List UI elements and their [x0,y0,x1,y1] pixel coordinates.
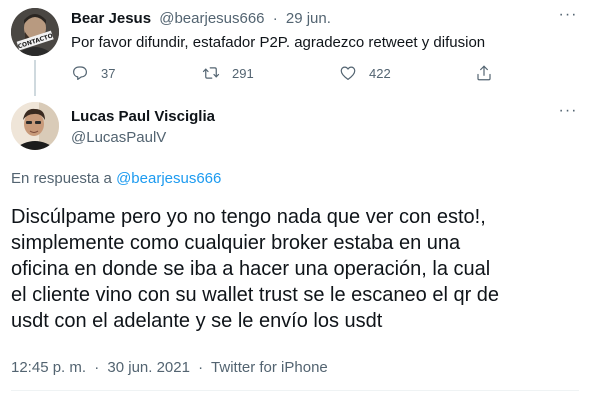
tweet-date[interactable]: 30 jun. 2021 [107,359,190,376]
avatar[interactable]: CONTACTO [11,8,59,56]
reply-icon [73,66,87,80]
main-tweet: Lucas Paul Visciglia @LucasPaulV ··· En … [0,96,590,407]
retweet-count: 291 [232,65,254,81]
avatar[interactable] [11,102,59,150]
display-name[interactable]: Bear Jesus [71,10,151,27]
user-handle[interactable]: @bearjesus666 [159,10,264,27]
tweet-body: Discúlpame pero yo no tengo nada que ver… [11,204,586,334]
tweet-body-line: el cliente vino con su wallet trust se l… [11,284,500,306]
separator-dot: · [272,10,278,27]
user-handle[interactable]: @LucasPaulV [71,129,166,147]
tweet-body-line: Discúlpame pero yo no tengo nada que ver… [11,206,486,228]
tweet-metadata: 12:45 p. m. · 30 jun. 2021 · Twitter for… [11,359,328,377]
reply-context: En respuesta a @bearjesus666 [11,170,221,188]
reply-button[interactable]: 37 [71,62,115,84]
tweet-body-line: simplemente como cualquier broker estaba… [11,232,461,254]
retweet-icon [202,67,220,79]
share-icon [477,65,491,81]
display-name[interactable]: Lucas Paul Visciglia [71,108,215,126]
avatar-image: CONTACTO [11,8,59,56]
tweet-body-line: oficina en donde se iba a hacer una oper… [11,258,491,280]
tweet-body-line: usdt con el adelante y se le envío los u… [11,310,383,332]
parent-tweet-text: Por favor difundir, estafador P2P. agrad… [71,34,486,51]
tweet-actions-bar: 37 291 422 [71,62,511,84]
like-button[interactable]: 422 [339,62,391,84]
retweet-button[interactable]: 291 [202,62,254,84]
reply-to-label: En respuesta a [11,170,112,187]
share-button[interactable] [475,62,493,84]
tweet-source[interactable]: Twitter for iPhone [211,359,328,376]
tweet-time[interactable]: 12:45 p. m. [11,359,86,376]
avatar-image [11,102,59,150]
more-options-icon[interactable]: ··· [557,103,579,126]
parent-tweet-header: Bear Jesus @bearjesus666 · 29 jun. [71,10,331,28]
like-count: 422 [369,65,391,81]
separator-dot: · [94,359,100,376]
separator-dot: · [198,359,204,376]
reply-to-handle-link[interactable]: @bearjesus666 [116,170,221,187]
tweet-date[interactable]: 29 jun. [286,10,331,27]
parent-tweet[interactable]: CONTACTO Bear Jesus @bearjesus666 · 29 j… [0,0,590,96]
divider [11,390,579,391]
more-options-icon[interactable]: ··· [557,7,579,30]
reply-count: 37 [101,65,116,81]
thread-connector-line [34,60,36,96]
heart-icon [340,66,356,80]
